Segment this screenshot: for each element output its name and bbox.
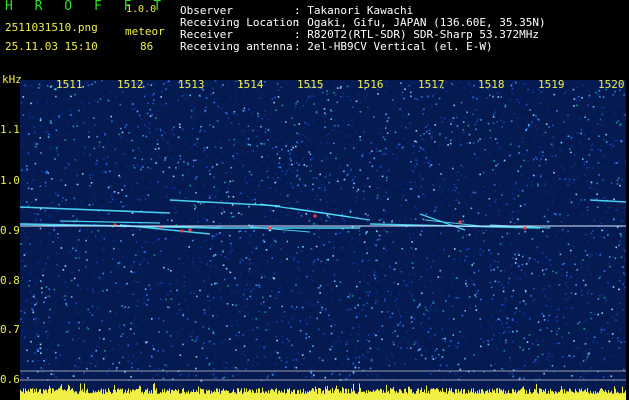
info-row-antenna: Receiving antenna: 2el-HB9CV Vertical (e…: [180, 41, 493, 53]
signal-level-bar: [20, 383, 626, 400]
noise-field: [20, 80, 626, 382]
x-tick-label: 1514: [237, 78, 264, 91]
y-axis-unit: kHz: [2, 73, 22, 86]
y-tick-label: 1.0: [0, 174, 20, 187]
y-tick-label: 0.9: [0, 224, 20, 237]
x-tick-label: 1515: [297, 78, 324, 91]
y-tick-label: 0.8: [0, 274, 20, 287]
grid-lines: [20, 225, 626, 381]
observation-mode: meteor: [125, 25, 165, 38]
x-tick-label: 1518: [478, 78, 505, 91]
x-tick-label: 1517: [418, 78, 445, 91]
image-filename: 2511031510.png: [5, 21, 98, 34]
x-tick-label: 1516: [357, 78, 384, 91]
info-key: Receiving antenna: [180, 40, 293, 53]
x-tick-label: 1513: [178, 78, 205, 91]
y-tick-label: 0.6: [0, 373, 20, 386]
y-tick-label: 0.7: [0, 323, 20, 336]
observation-datetime: 25.11.03 15:10: [5, 40, 98, 53]
x-tick-label: 1519: [538, 78, 565, 91]
meteor-count: 86: [140, 40, 154, 53]
x-tick-label: 1520: [598, 78, 625, 91]
y-tick-label: 1.1: [0, 123, 20, 136]
x-tick-label: 1511: [56, 78, 83, 91]
info-value: : 2el-HB9CV Vertical (el. E-W): [294, 40, 493, 53]
meteor-traces: [20, 199, 626, 235]
x-tick-label: 1512: [117, 78, 144, 91]
app-version: 1.0.0: [126, 4, 157, 15]
spectrogram-plot: [20, 80, 626, 382]
